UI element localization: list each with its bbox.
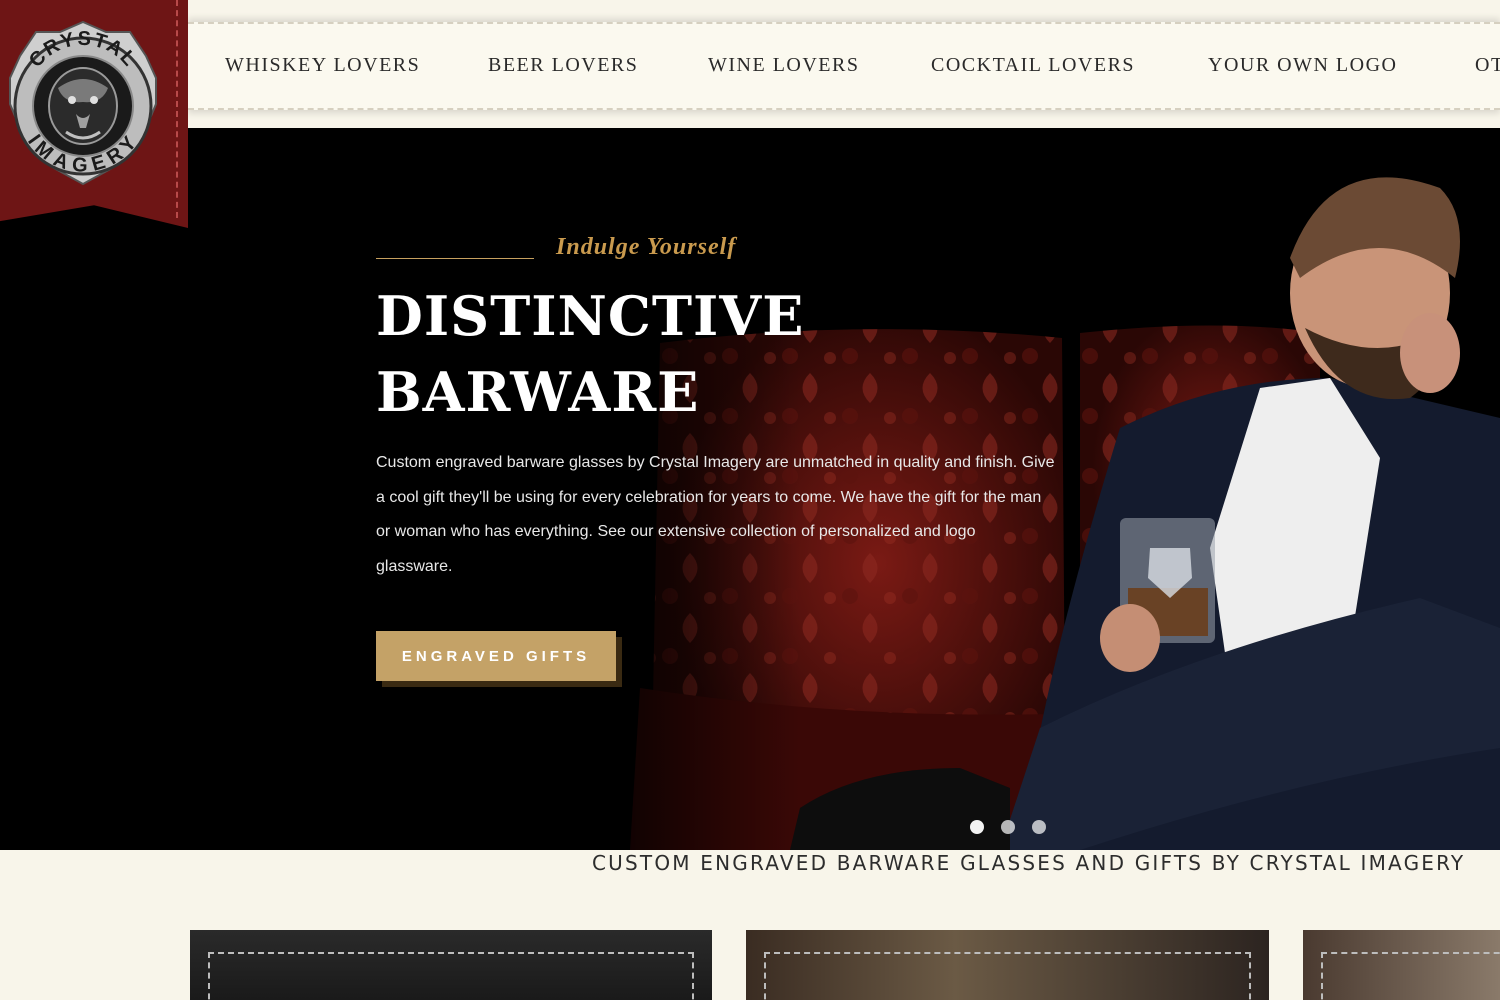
logo-banner[interactable]: CRYSTAL IMAGERY bbox=[0, 0, 188, 228]
nav-item-wine-lovers[interactable]: WINE LOVERS bbox=[708, 54, 859, 77]
banner-stitch bbox=[176, 0, 178, 218]
card-frame bbox=[764, 952, 1251, 1000]
crystal-imagery-logo-icon[interactable]: CRYSTAL IMAGERY bbox=[6, 18, 160, 188]
category-card-1[interactable] bbox=[190, 930, 712, 1000]
slider-dot-3[interactable] bbox=[1032, 820, 1046, 834]
card-frame bbox=[1321, 952, 1500, 1000]
hero-headline: DISTINCTIVE BARWARE bbox=[376, 278, 804, 430]
category-card-3[interactable] bbox=[1303, 930, 1500, 1000]
card-frame bbox=[208, 952, 694, 1000]
slider-dots bbox=[970, 820, 1046, 834]
nav-item-beer-lovers[interactable]: BEER LOVERS bbox=[488, 54, 638, 77]
tagline-divider bbox=[376, 258, 534, 259]
slider-dot-2[interactable] bbox=[1001, 820, 1015, 834]
slider-dot-1[interactable] bbox=[970, 820, 984, 834]
hero-description: Custom engraved barware glasses by Cryst… bbox=[376, 454, 1055, 575]
hero-tagline: Indulge Yourself bbox=[556, 234, 737, 260]
main-navigation: WHISKEY LOVERS BEER LOVERS WINE LOVERS C… bbox=[188, 22, 1500, 110]
hero-headline-line2: BARWARE bbox=[376, 360, 700, 424]
nav-item-other[interactable]: OT bbox=[1475, 54, 1500, 77]
nav-item-your-own-logo[interactable]: YOUR OWN LOGO bbox=[1208, 54, 1397, 77]
nav-item-whiskey-lovers[interactable]: WHISKEY LOVERS bbox=[225, 54, 420, 77]
nav-item-cocktail-lovers[interactable]: COCKTAIL LOVERS bbox=[931, 54, 1135, 77]
category-card-2[interactable] bbox=[746, 930, 1269, 1000]
section-title: CUSTOM ENGRAVED BARWARE GLASSES AND GIFT… bbox=[592, 851, 1466, 875]
engraved-gifts-button[interactable]: ENGRAVED GIFTS bbox=[376, 631, 616, 681]
main-navigation-wrap: WHISKEY LOVERS BEER LOVERS WINE LOVERS C… bbox=[188, 0, 1500, 128]
hero-headline-line1: DISTINCTIVE bbox=[376, 284, 805, 348]
